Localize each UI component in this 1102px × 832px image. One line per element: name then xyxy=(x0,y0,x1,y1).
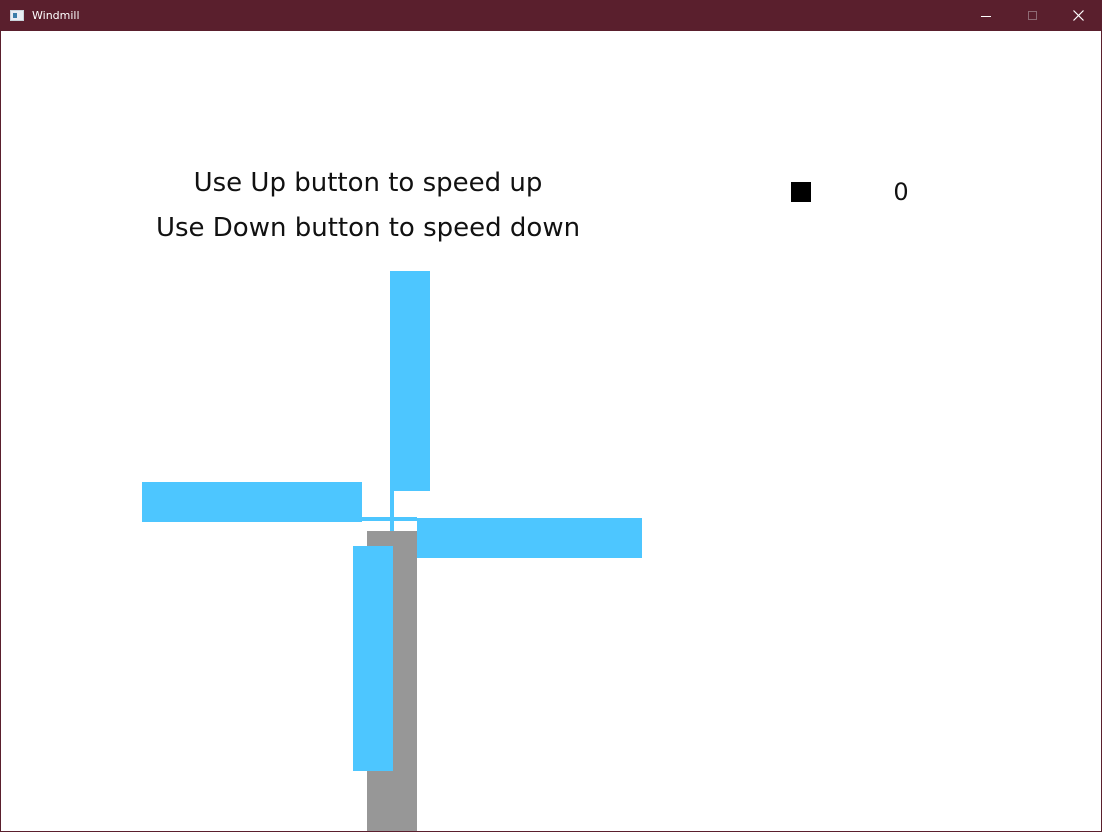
instruction-speed-down: Use Down button to speed down xyxy=(155,213,581,243)
window-title: Windmill xyxy=(32,9,80,22)
app-window: Windmill Use Up button to speed up Use D… xyxy=(0,0,1102,832)
windmill-hub-vertical xyxy=(390,491,394,531)
maximize-button[interactable] xyxy=(1009,1,1055,31)
windmill-blade-right xyxy=(417,518,642,558)
minimize-icon xyxy=(981,16,991,17)
window-app-icon xyxy=(10,10,24,21)
title-bar[interactable]: Windmill xyxy=(1,1,1101,31)
instruction-speed-up: Use Up button to speed up xyxy=(193,168,543,198)
game-canvas[interactable]: Use Up button to speed up Use Down butto… xyxy=(1,31,1101,831)
speed-value: 0 xyxy=(893,178,909,206)
windmill-blade-top xyxy=(390,271,430,491)
windmill-hub-horizontal xyxy=(362,517,417,521)
maximize-icon xyxy=(1028,11,1037,20)
close-button[interactable] xyxy=(1055,1,1101,31)
minimize-button[interactable] xyxy=(963,1,1009,31)
windmill-blade-left xyxy=(142,482,362,522)
windmill-blade-bottom xyxy=(353,546,393,771)
speed-indicator-swatch xyxy=(791,182,811,202)
close-icon xyxy=(1073,10,1084,21)
